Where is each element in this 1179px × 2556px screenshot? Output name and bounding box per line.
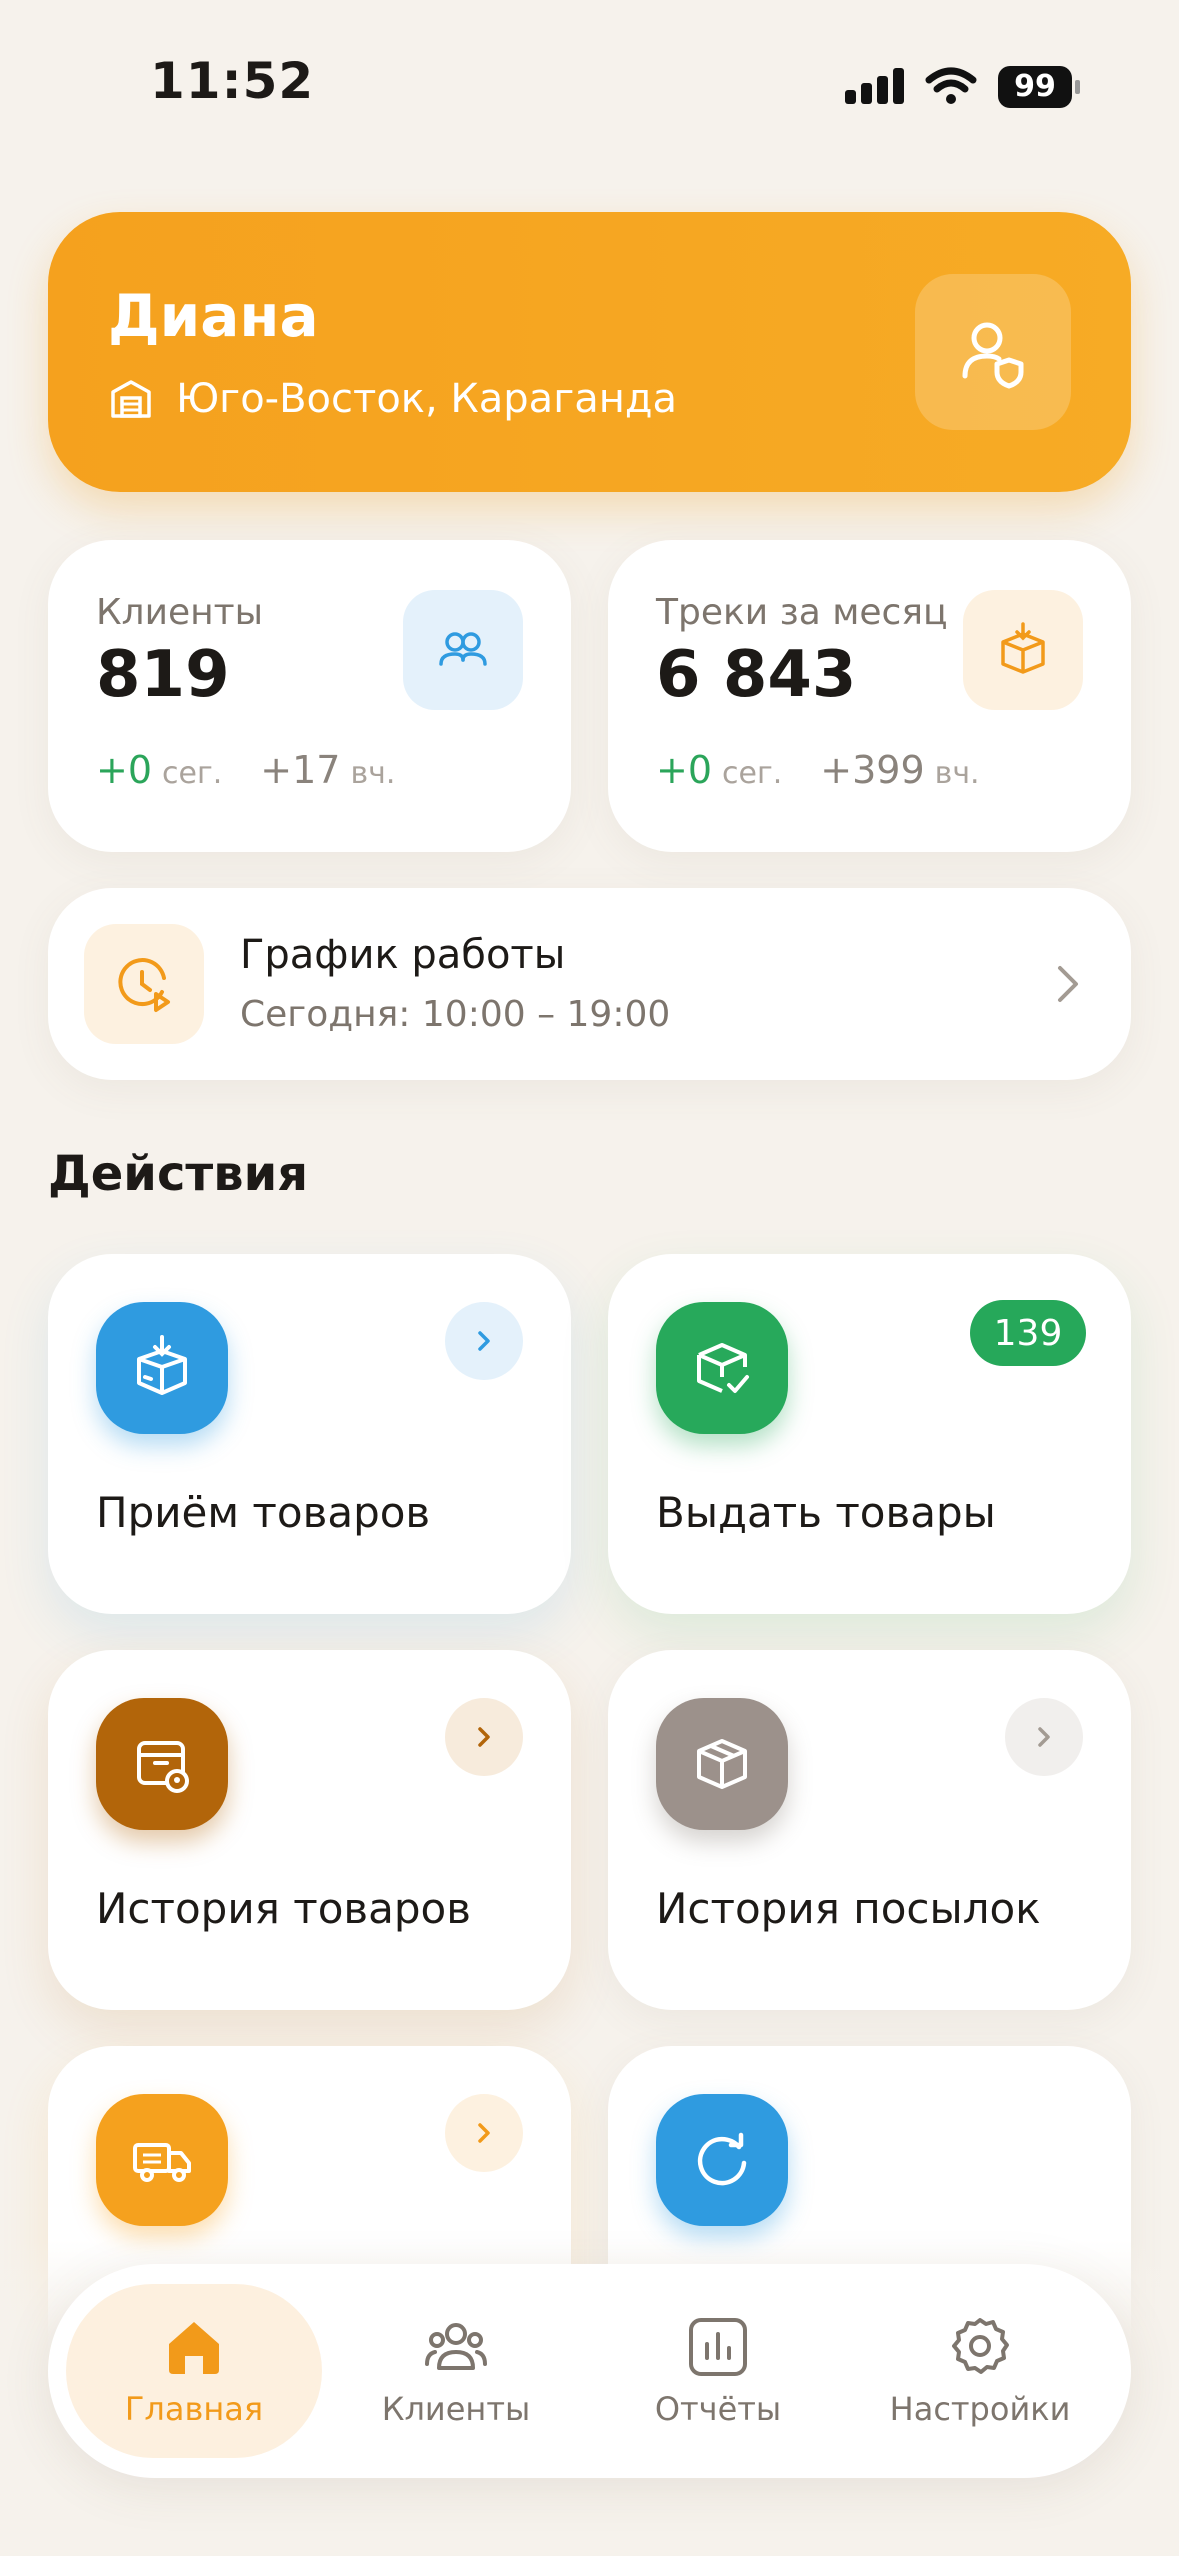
delta-yesterday: +17 [260,748,341,792]
bottom-navigation: Главная Клиенты Отчёты Настройки [48,2264,1131,2478]
users-icon [403,590,523,710]
tracks-stat-label: Треки за месяц [656,592,948,633]
truck-icon [96,2094,228,2226]
clients-stat-card[interactable]: Клиенты 819 +0 сег. +17 вч. [48,540,571,852]
tile-label: Приём товаров [96,1488,431,1537]
nav-reports[interactable]: Отчёты [590,2284,846,2458]
delta-yesterday-unit: вч. [934,756,980,791]
home-icon [169,2322,219,2374]
profile-header-card: Диана Юго-Восток, Караганда [48,212,1131,492]
nav-label: Отчёты [654,2390,782,2428]
battery-level: 99 [998,66,1072,108]
wifi-icon [925,67,977,104]
clients-stat-value: 819 [96,638,230,712]
user-name: Диана [108,282,319,350]
clients-stat-deltas: +0 сег. +17 вч. [96,748,395,792]
work-schedule-card[interactable]: График работы Сегодня: 10:00 – 19:00 [48,888,1131,1080]
tile-label: История посылок [656,1884,1041,1933]
nav-clients[interactable]: Клиенты [328,2284,584,2458]
tracks-stat-value: 6 843 [656,638,857,712]
delta-today-unit: сег. [722,756,783,791]
nav-settings[interactable]: Настройки [852,2284,1108,2458]
clock-play-icon [84,924,204,1044]
tile-label: История товаров [96,1884,472,1933]
receive-goods-tile[interactable]: Приём товаров [48,1254,571,1614]
delta-today: +0 [656,748,713,792]
tracks-stat-card[interactable]: Треки за месяц 6 843 +0 сег. +399 вч. [608,540,1131,852]
tile-label: Выдать товары [656,1488,996,1537]
cellular-signal-icon [845,68,904,104]
branch-location-label: Юго-Восток, Караганда [176,376,678,422]
actions-section-title: Действия [48,1146,309,1202]
nav-label: Настройки [889,2390,1071,2428]
nav-home[interactable]: Главная [66,2284,322,2458]
refresh-icon [656,2094,788,2226]
delta-yesterday: +399 [820,748,925,792]
package-download-icon [963,590,1083,710]
branch-location: Юго-Восток, Караганда [108,376,677,422]
bar-chart-icon [689,2318,747,2376]
nav-label: Клиенты [381,2390,531,2428]
chevron-right-icon [445,1302,523,1380]
schedule-hours: Сегодня: 10:00 – 19:00 [240,994,671,1035]
warehouse-icon [111,380,151,418]
profile-security-button[interactable] [915,274,1071,430]
delta-yesterday-unit: вч. [350,756,396,791]
schedule-title: График работы [240,932,566,978]
users-icon [425,2323,487,2370]
delta-today: +0 [96,748,153,792]
issue-goods-tile[interactable]: 139 Выдать товары [608,1254,1131,1614]
tracks-stat-deltas: +0 сег. +399 вч. [656,748,980,792]
battery-icon: 99 [998,66,1080,108]
delta-today-unit: сег. [162,756,223,791]
gear-icon [952,2318,1009,2374]
parcels-history-tile[interactable]: История посылок [608,1650,1131,2010]
box-icon [656,1698,788,1830]
box-download-icon [96,1302,228,1434]
chevron-right-icon [445,2094,523,2172]
chevron-right-icon [1005,1698,1083,1776]
box-location-icon [96,1698,228,1830]
pending-count-badge: 139 [970,1300,1086,1366]
box-check-icon [656,1302,788,1434]
status-time: 11:52 [150,52,315,110]
nav-label: Главная [124,2390,264,2428]
chevron-right-icon [1058,966,1078,1002]
user-shield-icon [962,322,1024,389]
clients-stat-label: Клиенты [96,592,264,633]
chevron-right-icon [445,1698,523,1776]
goods-history-tile[interactable]: История товаров [48,1650,571,2010]
